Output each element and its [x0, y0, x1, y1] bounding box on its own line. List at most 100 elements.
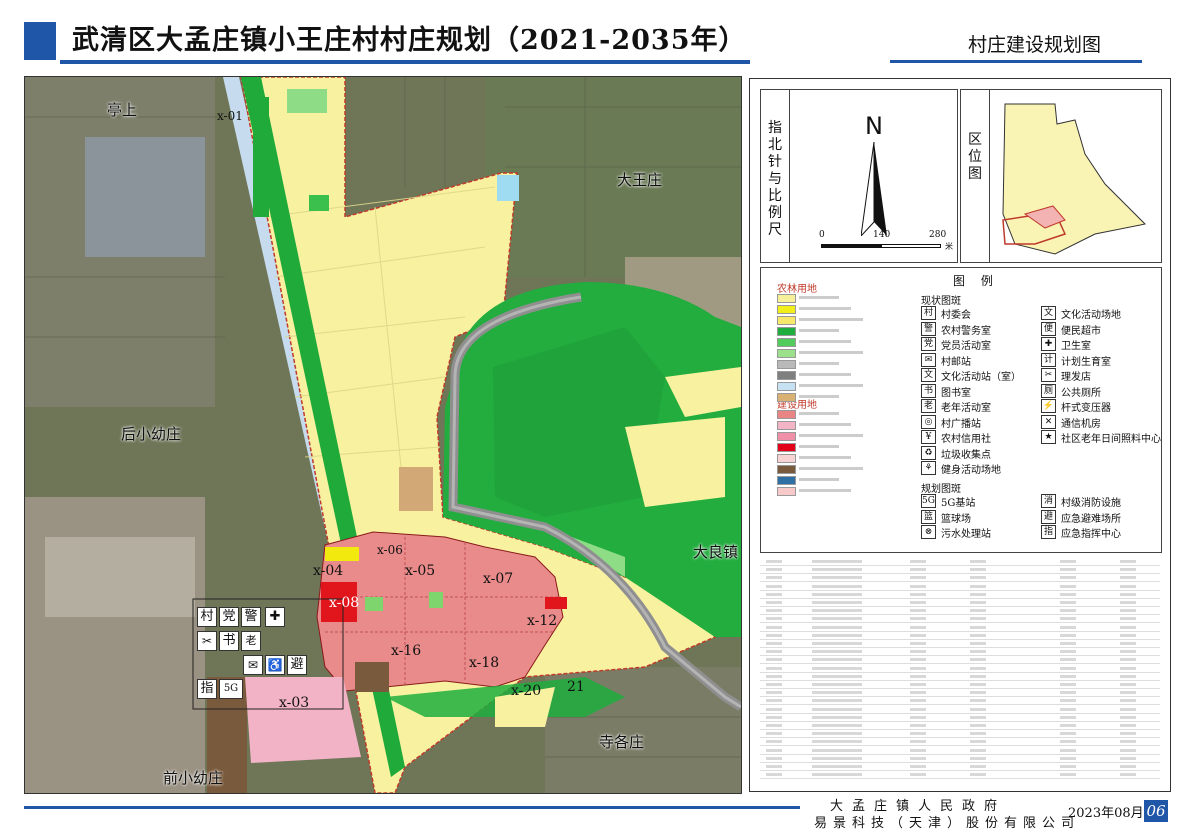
shelter-icon[interactable]: 避 — [287, 655, 307, 675]
legend-swatch — [777, 421, 796, 430]
legend-icon: 文 — [1041, 306, 1056, 320]
legend-swatch — [777, 327, 796, 336]
table-cell — [1120, 715, 1136, 719]
table-cell — [1060, 658, 1076, 662]
table-cell — [910, 724, 926, 727]
table-cell — [812, 674, 862, 678]
table-cell — [1060, 740, 1076, 744]
legend-swatch-line — [799, 318, 863, 321]
legend-icon: 避 — [1041, 509, 1056, 524]
barber-icon[interactable]: ✂ — [197, 631, 217, 651]
legend-icon: 老 — [921, 399, 936, 413]
5g-station-icon[interactable]: 5G — [219, 679, 243, 699]
table-cell — [1120, 642, 1136, 645]
legend-swatch-line — [799, 434, 863, 437]
table-cell — [910, 773, 926, 777]
legend-swatch — [777, 393, 796, 402]
table-cell — [1120, 617, 1136, 621]
table-cell — [766, 691, 782, 695]
post-icon[interactable]: ✉ — [243, 655, 263, 675]
table-cell — [1120, 633, 1136, 637]
party-room-icon[interactable]: 党 — [219, 607, 239, 627]
table-cell — [812, 765, 862, 768]
legend-swatch-line — [799, 373, 851, 376]
legend-swatch-line — [799, 456, 851, 459]
table-cell — [1060, 650, 1076, 654]
legend-icon-label: 应急指挥中心 — [1061, 529, 1121, 540]
location-divider — [989, 90, 990, 262]
table-cell — [1060, 748, 1076, 752]
legend-icon: ✕ — [1041, 414, 1056, 429]
legend-swatch — [777, 382, 796, 391]
table-cell — [910, 674, 926, 678]
legend-icon: 篮 — [921, 509, 936, 524]
table-cell — [910, 601, 926, 604]
legend-icon: 厕 — [1041, 383, 1056, 398]
table-cell — [766, 724, 782, 727]
legend-swatch — [777, 487, 796, 496]
scale-unit: 米 — [945, 242, 953, 251]
table-cell — [1120, 560, 1136, 563]
legend-icon: 消 — [1041, 494, 1056, 508]
legend-swatch — [777, 465, 796, 474]
legend-swatch-line — [799, 467, 863, 470]
legend-icon-label: 老年活动室 — [941, 403, 991, 414]
table-cell — [812, 625, 862, 629]
table-cell — [812, 724, 862, 727]
legend-icon-label: 农村警务室 — [941, 325, 991, 337]
legend-swatch-line — [799, 340, 851, 343]
table-cell — [766, 699, 782, 703]
table-cell — [1120, 658, 1136, 662]
legend-swatch-line — [799, 351, 863, 354]
library-icon[interactable]: 书 — [219, 631, 239, 651]
table-cell — [812, 592, 862, 596]
legend-icon-label: 村广播站 — [941, 418, 981, 430]
legend-swatch — [777, 338, 796, 347]
table-cell — [766, 740, 782, 744]
legend-icon: 指 — [1041, 525, 1056, 539]
table-cell — [970, 666, 986, 670]
table-cell — [1060, 756, 1076, 760]
legend-swatch — [777, 410, 796, 419]
table-cell — [766, 732, 782, 736]
page-subtitle: 村庄建设规划图 — [968, 34, 1102, 56]
table-cell — [812, 740, 862, 744]
plot-label-21: 21 — [567, 679, 585, 695]
legend-icon: 便 — [1041, 321, 1056, 336]
police-room-icon[interactable]: 警 — [241, 607, 261, 627]
table-cell — [1060, 568, 1076, 572]
subtitle-underline — [890, 60, 1142, 63]
command-center-icon[interactable]: 指 — [197, 679, 217, 699]
elderly-room-icon[interactable]: 老 — [241, 631, 261, 651]
table-cell — [970, 658, 986, 662]
legend-icon-label: 公共厕所 — [1061, 387, 1101, 399]
table-cell — [812, 642, 862, 645]
table-cell — [970, 691, 986, 695]
legend-box: 图 例 农林用地 建设用地 现状图斑 规划图斑 村村委会警农村警务室党党员活动室… — [760, 267, 1162, 553]
table-cell — [970, 601, 986, 604]
table-cell — [910, 748, 926, 752]
toilet-icon[interactable]: ♿ — [265, 655, 285, 675]
place-label-dawangzhuang: 大王庄 — [617, 171, 663, 189]
planning-map[interactable]: 亭上 大王庄 后小幼庄 大良镇 寺各庄 前小幼庄 x-01 x-03 x-04 … — [24, 76, 742, 794]
legend-farm-head: 农林用地 — [777, 284, 817, 295]
legend-swatch — [777, 316, 796, 325]
table-cell — [1060, 625, 1076, 629]
legend-icon: ♻ — [921, 445, 936, 460]
table-cell — [1060, 584, 1076, 588]
table-cell — [812, 707, 862, 711]
table-cell — [812, 560, 862, 563]
table-cell — [1060, 732, 1076, 736]
village-committee-icon[interactable]: 村 — [197, 607, 217, 627]
legend-icon-label: 应急避难场所 — [1061, 513, 1121, 525]
table-cell — [766, 625, 782, 629]
clinic-icon[interactable]: ✚ — [265, 607, 285, 627]
table-cell — [812, 683, 862, 686]
table-cell — [910, 740, 926, 744]
table-cell — [1120, 601, 1136, 604]
table-cell — [1120, 683, 1136, 686]
legend-swatch-line — [799, 489, 851, 492]
legend-icon: 5G — [921, 494, 936, 508]
table-cell — [812, 568, 862, 572]
table-cell — [1120, 674, 1136, 678]
